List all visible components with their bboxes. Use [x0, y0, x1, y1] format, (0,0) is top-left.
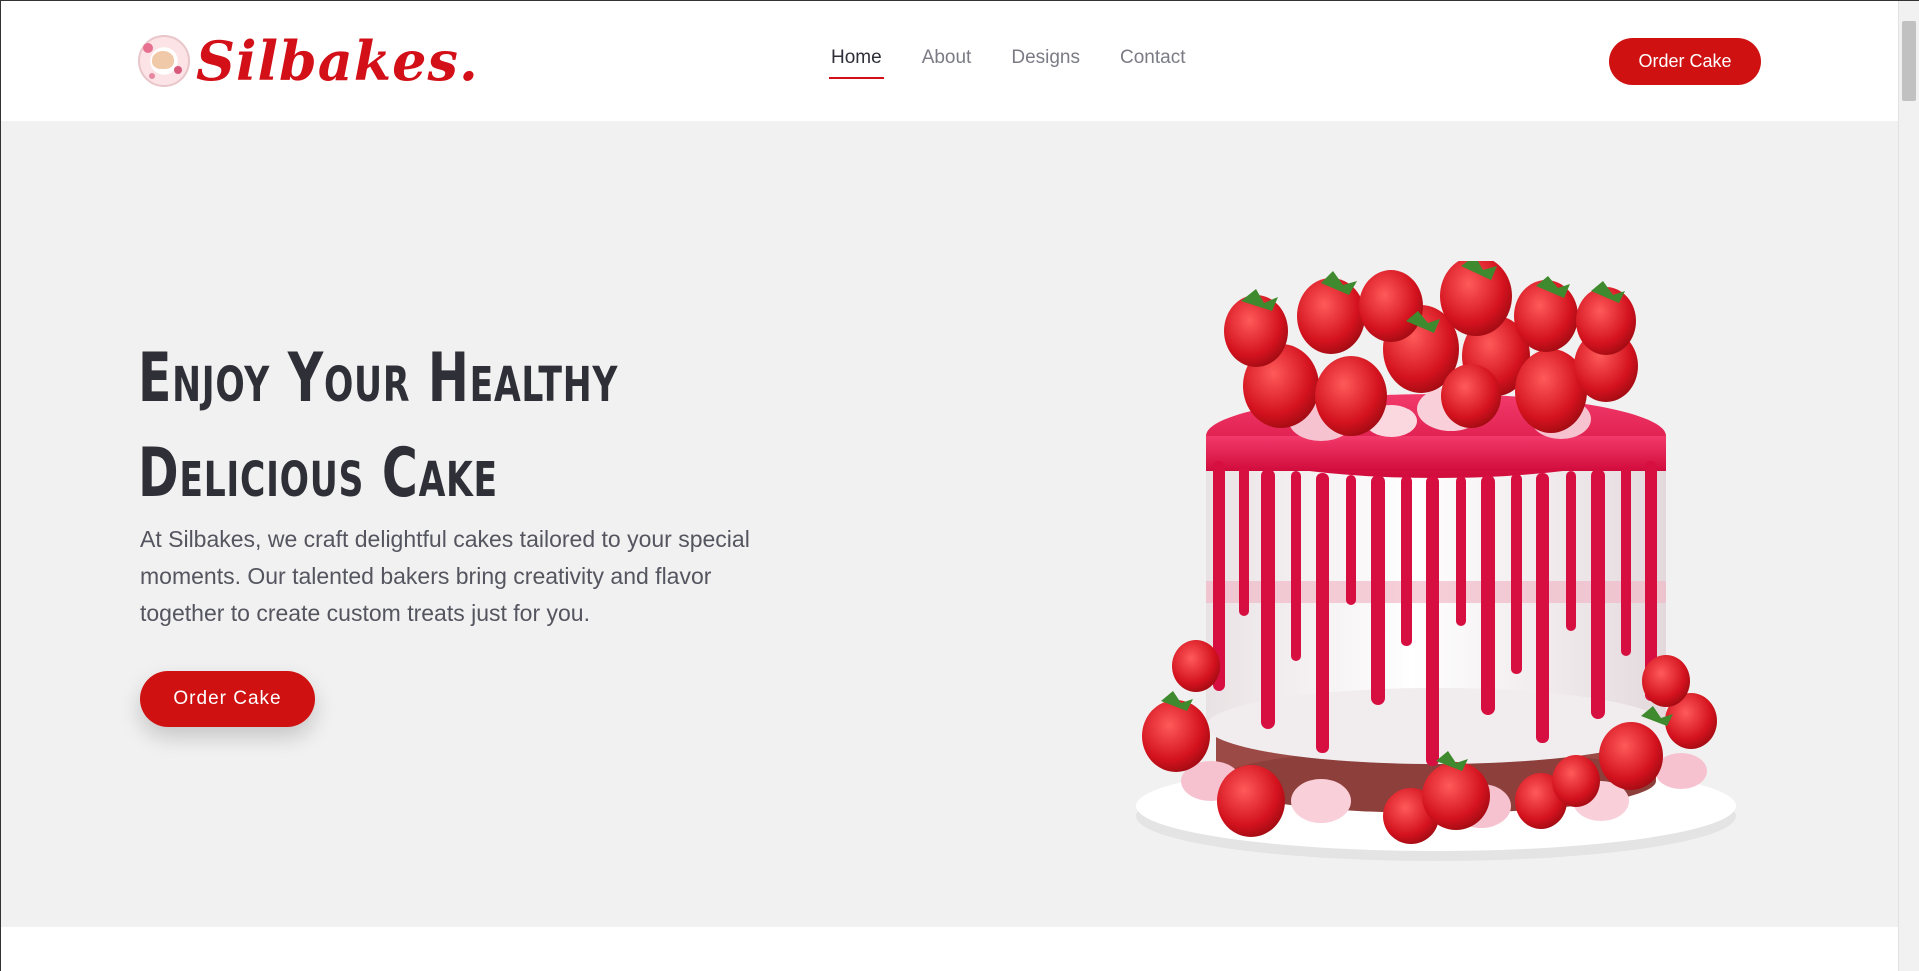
site-header: Silbakes. Home About Designs Contact Ord…	[1, 1, 1899, 121]
hero-description: At Silbakes, we craft delightful cakes t…	[140, 526, 750, 626]
hero-order-cake-button[interactable]: Order Cake	[140, 671, 315, 727]
website: Silbakes. Home About Designs Contact Ord…	[1, 1, 1899, 971]
hero-title-line-2: Delicious Cake	[138, 434, 498, 513]
nav-item-contact[interactable]: Contact	[1120, 47, 1185, 79]
page-scrollbar[interactable]	[1898, 1, 1919, 971]
hero-title-line-1: Enjoy Your Healthy	[138, 339, 619, 418]
nav-item-home[interactable]: Home	[829, 47, 884, 79]
hero-title: Enjoy Your Healthy Delicious Cake	[138, 331, 618, 521]
strawberry-cake-image	[1136, 261, 1736, 861]
brand-logo[interactable]: Silbakes.	[138, 31, 479, 91]
header-order-cake-button[interactable]: Order Cake	[1609, 38, 1761, 85]
scrollbar-thumb[interactable]	[1902, 21, 1916, 101]
browser-viewport: Silbakes. Home About Designs Contact Ord…	[0, 0, 1919, 971]
main-nav: Home About Designs Contact	[829, 47, 1185, 79]
nav-item-designs[interactable]: Designs	[1011, 47, 1080, 79]
silbakes-logo-icon	[138, 35, 190, 87]
nav-item-about[interactable]: About	[922, 47, 972, 79]
hero-section: Enjoy Your Healthy Delicious Cake At Sil…	[1, 121, 1899, 927]
brand-name: Silbakes.	[196, 29, 479, 93]
